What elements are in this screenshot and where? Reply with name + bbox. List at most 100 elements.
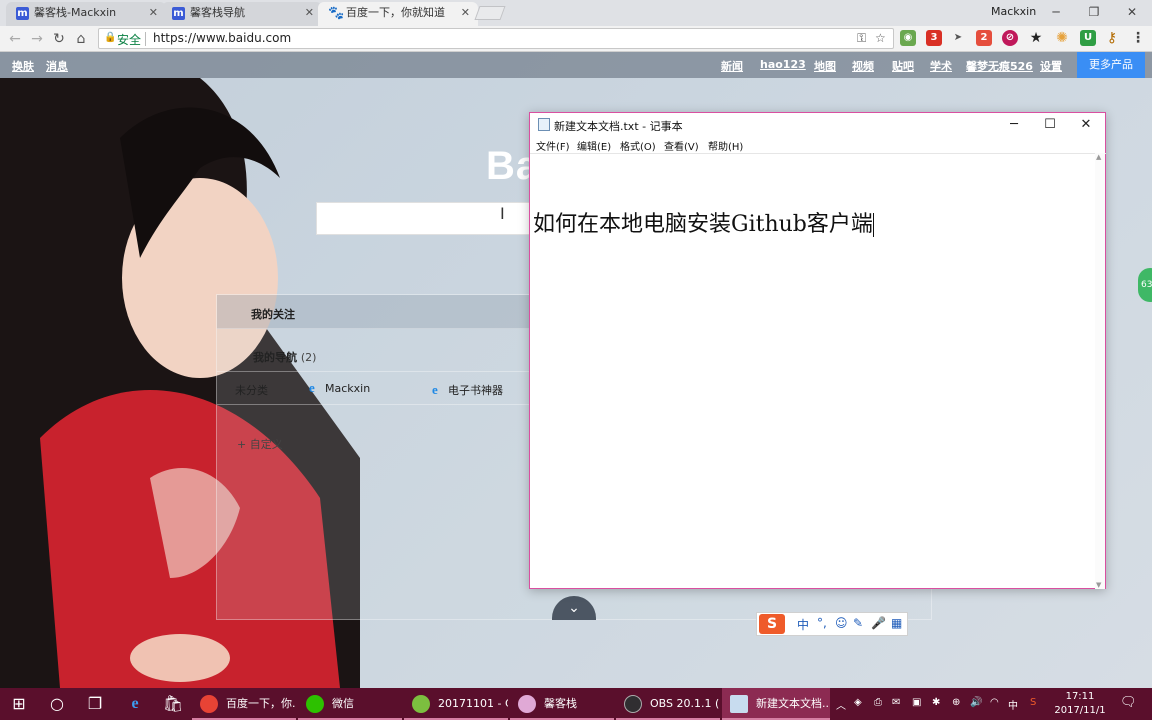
back-arrow-icon[interactable]: ←: [5, 29, 25, 49]
vertical-scrollbar[interactable]: ▲ ▼: [1095, 153, 1105, 589]
message-link[interactable]: 消息: [46, 58, 68, 74]
notepad-icon: [730, 695, 748, 713]
profile-name[interactable]: Mackxin: [991, 5, 1036, 18]
sogou-logo-icon[interactable]: S: [759, 614, 785, 634]
taskbar-app-xinkezhan[interactable]: 馨客栈: [510, 688, 614, 720]
notepad-title: 新建文本文档.txt - 记事本: [554, 120, 683, 133]
tray-sogou-icon[interactable]: S: [1030, 697, 1036, 708]
menu-view[interactable]: 查看(V): [664, 138, 699, 153]
restore-icon[interactable]: ❐: [1076, 2, 1112, 22]
maximize-icon[interactable]: ☐: [1032, 113, 1068, 137]
more-products-button[interactable]: 更多产品: [1077, 52, 1145, 78]
tab-label: 馨客栈导航: [190, 6, 245, 19]
key-icon[interactable]: ⚿: [857, 31, 866, 46]
xueshu-link[interactable]: 学术: [930, 58, 952, 74]
nav-link-mackxin[interactable]: e Mackxin: [309, 380, 370, 395]
tray-volume-icon[interactable]: 🔊: [970, 697, 982, 708]
tray-snowflake-icon[interactable]: ✱: [932, 697, 940, 708]
block-extension-icon[interactable]: ⊘: [1002, 30, 1018, 46]
taskbar-app-wechat[interactable]: 微信: [298, 688, 402, 720]
news-link[interactable]: 新闻: [721, 58, 743, 74]
tray-app-icon[interactable]: ▣: [912, 697, 921, 708]
baidu-topbar: 换肤 消息 新闻 hao123 地图 视频 贴吧 学术 馨梦无痕526 设置 更…: [0, 52, 1152, 78]
notepad-window: 新建文本文档.txt - 记事本 ─ ☐ ✕ 文件(F) 编辑(E) 格式(O)…: [529, 112, 1106, 589]
video-link[interactable]: 视频: [852, 58, 874, 74]
extension-badge-icon[interactable]: 2: [976, 30, 992, 46]
notepad-titlebar[interactable]: 新建文本文档.txt - 记事本 ─ ☐ ✕: [530, 113, 1105, 137]
text-caret: [872, 213, 874, 237]
tray-ime-lang[interactable]: 中: [1008, 697, 1018, 712]
key-extension-icon[interactable]: ⚷: [1104, 30, 1120, 46]
menu-help[interactable]: 帮助(H): [708, 138, 743, 153]
action-center-icon[interactable]: 🗨: [1120, 695, 1137, 710]
wechat-icon: [306, 695, 324, 713]
star-extension-icon[interactable]: ★: [1028, 30, 1044, 46]
tray-wechat-icon[interactable]: ✉: [892, 697, 900, 708]
menu-format[interactable]: 格式(O): [620, 138, 656, 153]
address-bar[interactable]: 🔒 安全 https://www.baidu.com ⚿ ☆: [98, 28, 894, 49]
notepad-content[interactable]: 如何在本地电脑安装Github客户端: [533, 206, 874, 238]
secure-label: 安全: [117, 33, 142, 47]
ie-icon: e: [309, 380, 315, 395]
store-icon[interactable]: 🛍: [154, 688, 192, 720]
taskbar-clock[interactable]: 17:11 2017/11/1: [1052, 690, 1108, 718]
ime-emoji-icon[interactable]: ☺: [835, 616, 848, 630]
browser-tab-mackxin[interactable]: m 馨客栈-Mackxin ✕: [6, 2, 166, 26]
ime-toolbox-icon[interactable]: ▦: [891, 616, 902, 630]
taskbar-app-folder[interactable]: 20171101 - C...: [404, 688, 508, 720]
cursor-extension-icon[interactable]: ➤: [950, 30, 966, 46]
bookmark-star-icon[interactable]: ☆: [875, 31, 886, 45]
taskbar-app-chrome[interactable]: 百度一下，你...: [192, 688, 296, 720]
reload-icon[interactable]: ↻: [49, 29, 69, 49]
extension-red-icon[interactable]: 3: [926, 30, 942, 46]
task-view-icon[interactable]: ❐: [76, 688, 114, 720]
home-icon[interactable]: ⌂: [71, 29, 91, 49]
color-wheel-icon[interactable]: ✺: [1054, 30, 1070, 46]
tray-plus-icon[interactable]: ⊕: [952, 697, 960, 708]
menu-edit[interactable]: 编辑(E): [577, 138, 611, 153]
edge-browser-icon[interactable]: e: [116, 688, 154, 720]
minimize-icon[interactable]: ─: [996, 113, 1032, 137]
close-tab-icon[interactable]: ✕: [149, 2, 158, 24]
cortana-search-icon[interactable]: ○: [38, 688, 76, 720]
browser-tab-nav[interactable]: m 馨客栈导航 ✕: [162, 2, 322, 26]
close-tab-icon[interactable]: ✕: [305, 2, 314, 24]
ime-punctuation-icon[interactable]: °,: [817, 616, 827, 630]
user-link[interactable]: 馨梦无痕526: [966, 58, 1033, 74]
new-tab-button[interactable]: [474, 6, 506, 20]
ime-handwrite-icon[interactable]: ✎: [853, 616, 863, 630]
forward-arrow-icon[interactable]: →: [27, 29, 47, 49]
minimize-icon[interactable]: ─: [1038, 2, 1074, 22]
tray-printer-icon[interactable]: ⎙: [874, 697, 882, 708]
browser-tab-baidu[interactable]: 🐾 百度一下，你就知道 ✕: [318, 2, 478, 26]
taskbar-app-obs[interactable]: OBS 20.1.1 (...: [616, 688, 720, 720]
ime-voice-icon[interactable]: 🎤: [871, 616, 886, 630]
close-icon[interactable]: ✕: [1068, 113, 1104, 137]
scroll-up-icon[interactable]: ▲: [1096, 153, 1101, 161]
menu-dots-icon[interactable]: ⋮: [1130, 30, 1146, 46]
notepad-text-area[interactable]: 如何在本地电脑安装Github客户端: [530, 153, 1106, 589]
scroll-down-icon[interactable]: ▼: [1096, 581, 1101, 589]
lock-icon: 🔒: [104, 32, 117, 43]
tray-wifi-icon[interactable]: ◠: [990, 697, 999, 708]
nav-link-ebook[interactable]: e 电子书神器: [432, 382, 503, 398]
side-float-badge[interactable]: 63: [1138, 268, 1152, 302]
settings-link[interactable]: 设置: [1040, 58, 1062, 74]
tray-network-icon[interactable]: ◈: [854, 697, 862, 708]
map-link[interactable]: 地图: [814, 58, 836, 74]
close-tab-icon[interactable]: ✕: [461, 2, 470, 24]
taskbar-app-notepad[interactable]: 新建文本文档...: [722, 688, 830, 720]
hao123-link[interactable]: hao123: [760, 58, 806, 71]
tray-expand-icon[interactable]: ︿: [836, 697, 846, 712]
my-follow-tab[interactable]: 我的关注: [251, 306, 295, 322]
windows-start-icon[interactable]: ⊞: [0, 688, 38, 720]
skin-link[interactable]: 换肤: [12, 58, 34, 74]
url-text[interactable]: https://www.baidu.com: [153, 31, 291, 45]
close-window-icon[interactable]: ✕: [1114, 2, 1150, 22]
extension-green-icon[interactable]: ◉: [900, 30, 916, 46]
menu-file[interactable]: 文件(F): [536, 138, 570, 153]
shield-icon[interactable]: U: [1080, 30, 1096, 46]
tieba-link[interactable]: 贴吧: [892, 58, 914, 74]
add-custom-link[interactable]: + 自定义: [237, 436, 283, 452]
ime-lang-toggle[interactable]: 中: [797, 616, 809, 633]
